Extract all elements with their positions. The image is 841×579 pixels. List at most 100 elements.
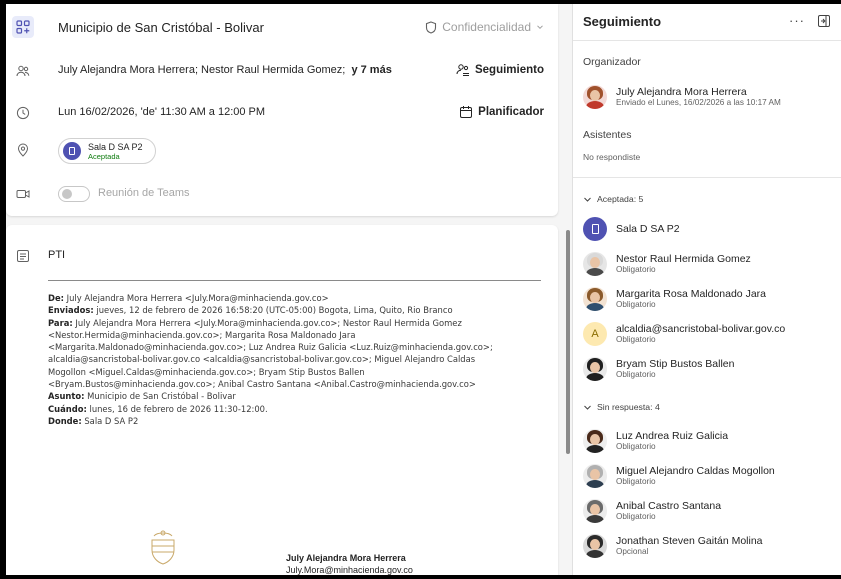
attendee-noresp-3[interactable]: Jonathan Steven Gaitán Molina Opcional bbox=[583, 534, 763, 558]
close-panel-icon[interactable] bbox=[817, 14, 831, 28]
attendee-info: Anibal Castro Santana Obligatorio bbox=[616, 500, 721, 522]
accepted-group-toggle[interactable]: Aceptada: 5 bbox=[583, 194, 643, 204]
email-line: De: July Alejandra Mora Herrera <July.Mo… bbox=[48, 292, 548, 304]
time-row: Lun 16/02/2026, 'de' 11:30 AM a 12:00 PM… bbox=[6, 104, 558, 122]
email-line: <Nestor.Hermida@minhacienda.gov.co>; Mar… bbox=[48, 329, 548, 341]
confidentiality-dropdown[interactable]: Confidencialidad bbox=[425, 20, 544, 34]
attendee-noresp-0[interactable]: Luz Andrea Ruiz Galicia Obligatorio bbox=[583, 429, 728, 453]
attendees-summary[interactable]: July Alejandra Mora Herrera; Nestor Raul… bbox=[58, 64, 392, 76]
noresp-group-label: Sin respuesta: 4 bbox=[597, 402, 660, 412]
attendee-accepted-2[interactable]: Margarita Rosa Maldonado Jara Obligatorio bbox=[583, 287, 766, 311]
title-row: Municipio de San Cristóbal - Bolivar Con… bbox=[6, 16, 558, 40]
attendee-role: Obligatorio bbox=[616, 300, 656, 309]
email-line: Cuándo: lunes, 16 de febrero de 2026 11:… bbox=[48, 403, 548, 415]
teams-row: Reunión de Teams bbox=[6, 185, 558, 203]
room-icon bbox=[583, 217, 607, 241]
body-header-row: PTI bbox=[6, 247, 558, 265]
avatar bbox=[583, 287, 607, 311]
people-icon bbox=[16, 64, 30, 78]
scheduler-button[interactable]: Planificador bbox=[459, 105, 544, 119]
confidentiality-label: Confidencialidad bbox=[442, 20, 531, 34]
attendee-info: Jonathan Steven Gaitán Molina Opcional bbox=[616, 535, 763, 557]
chevron-down-icon bbox=[537, 25, 543, 30]
panel-title: Seguimiento bbox=[583, 14, 662, 29]
attendee-accepted-1[interactable]: Nestor Raul Hermida Gomez Obligatorio bbox=[583, 252, 751, 276]
attendee-name: Nestor Raul Hermida Gomez bbox=[616, 253, 751, 265]
email-line: <Margarita.Maldonado@minhacienda.gov.co>… bbox=[48, 341, 548, 353]
chevron-down-icon bbox=[584, 197, 591, 202]
organizer-entry[interactable]: July Alejandra Mora Herrera Enviado el L… bbox=[583, 85, 781, 109]
room-chip[interactable]: Sala D SA P2 Aceptada bbox=[58, 138, 156, 164]
attendees-row: July Alejandra Mora Herrera; Nestor Raul… bbox=[6, 62, 558, 80]
location-icon bbox=[16, 143, 30, 157]
email-field-label: Donde: bbox=[48, 415, 82, 426]
attendee-accepted-0[interactable]: Sala D SA P2 bbox=[583, 217, 680, 241]
attendee-name: Bryam Stip Bustos Ballen bbox=[616, 358, 735, 370]
email-field-value: July Alejandra Mora Herrera <July.Mora@m… bbox=[63, 293, 329, 303]
attendee-role: Opcional bbox=[616, 547, 649, 556]
avatar: A bbox=[583, 322, 607, 346]
email-field-label: De: bbox=[48, 293, 64, 303]
email-line: Asunto: Municipio de San Cristóbal - Bol… bbox=[48, 390, 548, 402]
attendee-name: Miguel Alejandro Caldas Mogollon bbox=[616, 465, 775, 477]
email-field-label: Asunto: bbox=[48, 391, 85, 402]
more-options-button[interactable]: ··· bbox=[789, 13, 805, 28]
attendee-name: Jonathan Steven Gaitán Molina bbox=[616, 535, 763, 547]
avatar bbox=[583, 357, 607, 381]
forwarded-email-block[interactable]: De: July Alejandra Mora Herrera <July.Mo… bbox=[48, 292, 548, 427]
attendee-accepted-4[interactable]: Bryam Stip Bustos Ballen Obligatorio bbox=[583, 357, 734, 381]
email-field-label: Cuándo: bbox=[48, 403, 87, 414]
tracking-label: Seguimiento bbox=[474, 64, 544, 76]
attendee-noresp-1[interactable]: Miguel Alejandro Caldas Mogollon Obligato… bbox=[583, 464, 775, 488]
attendees-names: July Alejandra Mora Herrera; Nestor Raul… bbox=[58, 64, 346, 76]
email-field-value: jueves, 12 de febrero de 2026 16:58:20 (… bbox=[93, 305, 453, 316]
organizer-name: July Alejandra Mora Herrera bbox=[616, 86, 747, 98]
response-status: No respondiste bbox=[583, 152, 641, 162]
meeting-header-card: Municipio de San Cristóbal - Bolivar Con… bbox=[6, 4, 558, 216]
video-camera-icon bbox=[16, 187, 30, 201]
email-line: <Bryam.Bustos@minhacienda.gov.co>; Aniba… bbox=[48, 378, 548, 390]
meeting-title[interactable]: Municipio de San Cristóbal - Bolivar bbox=[58, 20, 264, 35]
attendee-accepted-3[interactable]: Aalcaldia@sancristobal-bolivar.gov.co Obl… bbox=[583, 322, 785, 346]
shield-icon bbox=[426, 20, 437, 34]
attendee-name: alcaldia@sancristobal-bolivar.gov.co bbox=[616, 323, 786, 335]
email-line: Mogollon <Miguel.Caldas@minhacienda.gov.… bbox=[48, 366, 548, 378]
app-window: Municipio de San Cristóbal - Bolivar Con… bbox=[6, 4, 841, 575]
attendee-role: Obligatorio bbox=[616, 442, 656, 451]
body-subject[interactable]: PTI bbox=[48, 249, 65, 261]
signature-email[interactable]: July.Mora@minhacienda.gov.co bbox=[286, 564, 413, 575]
email-field-value: July Alejandra Mora Herrera <July.Mora@m… bbox=[72, 317, 462, 328]
avatar bbox=[583, 464, 607, 488]
email-line: Para: July Alejandra Mora Herrera <July.… bbox=[48, 317, 548, 329]
coat-of-arms-icon bbox=[151, 530, 175, 565]
attendee-info: Bryam Stip Bustos Ballen Obligatorio bbox=[616, 358, 734, 380]
body-scrollbar[interactable] bbox=[566, 230, 570, 454]
avatar bbox=[583, 534, 607, 558]
people-check-icon bbox=[456, 64, 469, 76]
attendee-role: Obligatorio bbox=[616, 512, 656, 521]
body-divider bbox=[48, 280, 541, 281]
scheduler-label: Planificador bbox=[478, 106, 544, 118]
tracking-button[interactable]: Seguimiento bbox=[456, 63, 544, 77]
panel-divider bbox=[573, 40, 841, 41]
email-field-value: alcaldia@sancristobal-bolivar.gov.co <al… bbox=[48, 354, 476, 365]
location-row: Sala D SA P2 Aceptada bbox=[6, 138, 558, 168]
attendees-more[interactable]: y 7 más bbox=[351, 64, 391, 76]
attendee-noresp-2[interactable]: Anibal Castro Santana Obligatorio bbox=[583, 499, 721, 523]
meeting-datetime[interactable]: Lun 16/02/2026, 'de' 11:30 AM a 12:00 PM bbox=[58, 106, 265, 118]
attendee-role: Obligatorio bbox=[616, 477, 656, 486]
email-line: Enviados: jueves, 12 de febrero de 2026 … bbox=[48, 304, 548, 316]
email-field-value: Sala D SA P2 bbox=[81, 415, 139, 426]
email-field-label: Para: bbox=[48, 317, 73, 328]
avatar bbox=[583, 85, 607, 109]
teams-meeting-toggle[interactable] bbox=[58, 186, 90, 202]
attendee-info: Nestor Raul Hermida Gomez Obligatorio bbox=[616, 253, 751, 275]
scheduler-icon bbox=[460, 106, 473, 118]
noresp-group-toggle[interactable]: Sin respuesta: 4 bbox=[583, 402, 660, 412]
attendee-name: Sala D SA P2 bbox=[616, 223, 680, 235]
attendee-role: Obligatorio bbox=[616, 335, 656, 344]
email-line: alcaldia@sancristobal-bolivar.gov.co <al… bbox=[48, 353, 548, 365]
calendar-app-icon[interactable] bbox=[12, 16, 34, 38]
panel-divider bbox=[573, 177, 841, 178]
avatar bbox=[583, 252, 607, 276]
